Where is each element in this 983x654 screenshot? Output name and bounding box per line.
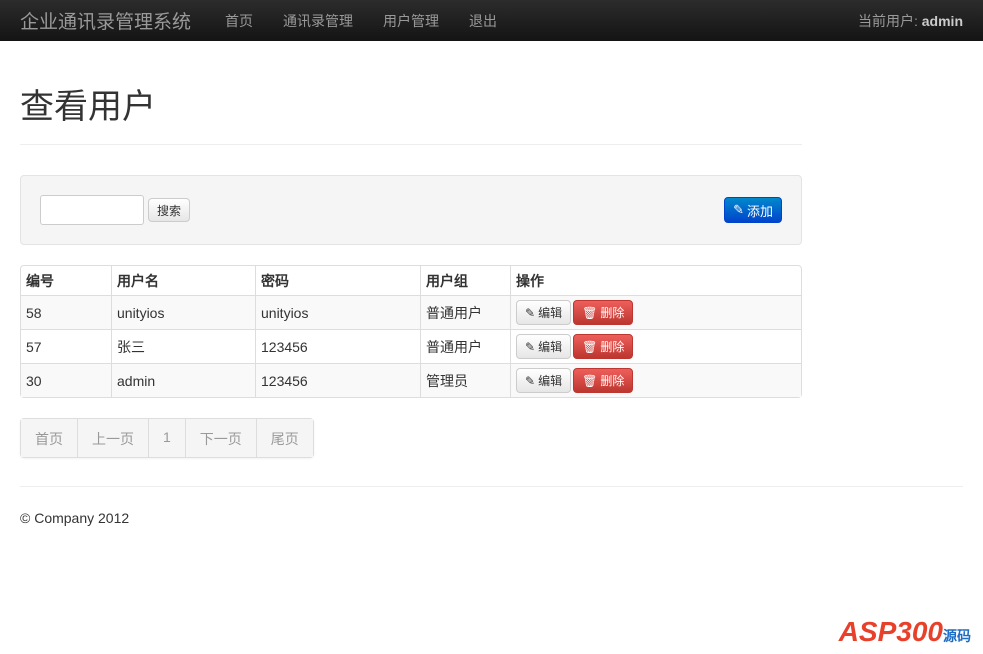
page-title: 查看用户 <box>20 79 802 145</box>
trash-icon: 🗑 <box>582 339 598 354</box>
edit-button[interactable]: ✎ 编辑 <box>516 300 572 325</box>
header-actions: 操作 <box>510 266 801 295</box>
page-prev[interactable]: 上一页 <box>77 419 148 457</box>
delete-label: 删除 <box>600 374 625 388</box>
pencil-icon: ✎ <box>525 305 536 320</box>
page-first[interactable]: 首页 <box>21 419 77 457</box>
cell-password: 123456 <box>255 363 420 397</box>
add-label: 添加 <box>746 203 773 219</box>
cell-group: 普通用户 <box>420 329 510 363</box>
trash-icon: 🗑 <box>582 373 598 388</box>
cell-actions: ✎ 编辑 🗑 删除 <box>510 295 801 329</box>
nav-contacts[interactable]: 通讯录管理 <box>283 11 353 31</box>
nav-logout[interactable]: 退出 <box>469 11 497 31</box>
cell-group: 管理员 <box>420 363 510 397</box>
navbar: 企业通讯录管理系统 首页 通讯录管理 用户管理 退出 当前用户: admin <box>0 0 983 41</box>
table-row: 58 unityios unityios 普通用户 ✎ 编辑 🗑 删除 <box>21 295 801 329</box>
cell-name: unityios <box>111 295 255 329</box>
page-last[interactable]: 尾页 <box>255 419 313 457</box>
edit-label: 编辑 <box>538 340 563 354</box>
search-input[interactable] <box>40 195 144 225</box>
current-user-name: admin <box>921 12 963 29</box>
current-user-label: 当前用户: <box>857 12 918 29</box>
pencil-icon: ✎ <box>525 339 536 354</box>
edit-label: 编辑 <box>538 374 563 388</box>
delete-button[interactable]: 🗑 删除 <box>573 334 634 359</box>
cell-id: 30 <box>21 363 111 397</box>
page-next[interactable]: 下一页 <box>184 419 256 457</box>
trash-icon: 🗑 <box>582 305 598 320</box>
cell-group: 普通用户 <box>420 295 510 329</box>
footer-divider <box>20 486 963 487</box>
footer: © Company 2012 <box>20 510 130 526</box>
users-table: 编号 用户名 密码 用户组 操作 58 unityios unityios 普通… <box>20 265 802 398</box>
add-button[interactable]: ✎ 添加 <box>724 197 782 223</box>
cell-id: 57 <box>21 329 111 363</box>
header-password: 密码 <box>255 266 420 295</box>
header-name: 用户名 <box>111 266 255 295</box>
cell-actions: ✎ 编辑 🗑 删除 <box>510 329 801 363</box>
table-row: 57 张三 123456 普通用户 ✎ 编辑 🗑 删除 <box>21 329 801 363</box>
delete-button[interactable]: 🗑 删除 <box>573 300 634 325</box>
toolbar: 搜索 ✎ 添加 <box>20 175 802 245</box>
delete-button[interactable]: 🗑 删除 <box>573 368 634 393</box>
cell-id: 58 <box>21 295 111 329</box>
edit-label: 编辑 <box>538 306 563 320</box>
pencil-icon: ✎ <box>525 373 536 388</box>
header-id: 编号 <box>26 272 54 289</box>
table-row: 30 admin 123456 管理员 ✎ 编辑 🗑 删除 <box>21 363 801 397</box>
edit-button[interactable]: ✎ 编辑 <box>516 334 572 359</box>
pencil-icon: ✎ <box>733 202 744 217</box>
nav-users[interactable]: 用户管理 <box>383 11 439 31</box>
pagination: 首页 上一页 1 下一页 尾页 <box>20 418 314 458</box>
watermark-logo: ASP300源码 <box>838 616 971 647</box>
delete-label: 删除 <box>600 340 625 354</box>
search-button[interactable]: 搜索 <box>148 198 191 222</box>
page-1[interactable]: 1 <box>148 419 185 457</box>
cell-name: admin <box>111 363 255 397</box>
cell-password: unityios <box>255 295 420 329</box>
header-group: 用户组 <box>420 266 510 295</box>
cell-password: 123456 <box>255 329 420 363</box>
cell-actions: ✎ 编辑 🗑 删除 <box>510 363 801 397</box>
nav-home[interactable]: 首页 <box>225 11 253 31</box>
edit-button[interactable]: ✎ 编辑 <box>516 368 572 393</box>
brand[interactable]: 企业通讯录管理系统 <box>20 7 191 34</box>
current-user: 当前用户: admin <box>858 11 963 31</box>
cell-name: 张三 <box>111 329 255 363</box>
delete-label: 删除 <box>600 306 625 320</box>
